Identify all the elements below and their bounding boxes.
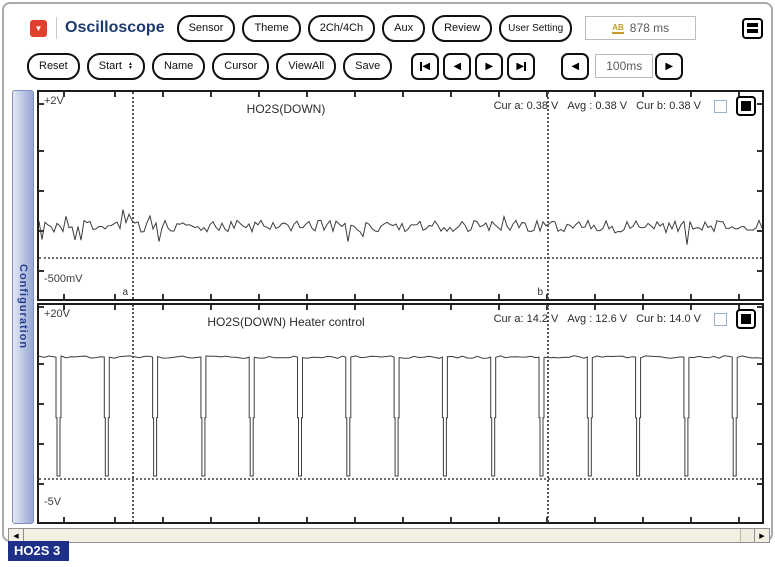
cursor-a-line[interactable] (132, 92, 134, 299)
channel1-channel-button[interactable] (736, 96, 756, 116)
timebase-decrease-button[interactable]: ◀ (561, 53, 589, 80)
channel1-bottom-voltage-label: -500mV (44, 273, 83, 285)
scroll-right-icon: ▶ (759, 532, 764, 540)
channel2-panel: +20V -5V HO2S(DOWN) Heater control Cur a… (37, 303, 764, 524)
step-forward-icon: ▶ (485, 61, 493, 72)
skip-to-start-button[interactable]: ◀ (411, 53, 439, 80)
scrollbar-thumb[interactable] (24, 529, 740, 542)
start-button-label: Start (99, 60, 122, 72)
scope-area: Configuration ab +2V -500mV HO2S(DOWN) C… (12, 90, 767, 526)
scroll-left-icon: ◀ (13, 532, 18, 540)
channel2-checkbox[interactable] (714, 313, 727, 326)
cursor-a-letter: a (123, 287, 129, 298)
channel2-cur-b-label: Cur b: (636, 313, 666, 325)
channel2-cur-a-value: 14.2 V (527, 313, 559, 325)
aux-button[interactable]: Aux (382, 15, 425, 42)
step-forward-button[interactable]: ▶ (475, 53, 503, 80)
cursor-ab-time-value: 878 ms (630, 21, 669, 35)
cursor-ab-icon: AB (612, 23, 624, 34)
cursor-button[interactable]: Cursor (212, 53, 269, 80)
channel1-cur-b-value: 0.38 V (669, 100, 701, 112)
channel1-checkbox[interactable] (714, 100, 727, 113)
waveform-svg (39, 305, 762, 522)
zero-reference-line (39, 478, 762, 480)
channel1-cur-b-label: Cur b: (636, 100, 666, 112)
channel2-top-voltage-label: +20V (44, 308, 70, 320)
viewall-button[interactable]: ViewAll (276, 53, 336, 80)
channel1-cur-a-label: Cur a: (494, 100, 524, 112)
channel1-top-voltage-label: +2V (44, 95, 64, 107)
window-menu-icon[interactable] (742, 18, 763, 39)
scroll-right-button[interactable]: ▶ (754, 529, 769, 542)
cursor-b-line[interactable] (547, 305, 549, 522)
channel1-plot[interactable]: ab (39, 92, 762, 299)
cursor-a-line[interactable] (132, 305, 134, 522)
review-button[interactable]: Review (432, 15, 492, 42)
channel2-avg-value: 12.6 V (595, 313, 627, 325)
scrollbar-track-end (740, 529, 754, 542)
timebase-left-icon: ◀ (571, 61, 579, 72)
channel2-bottom-voltage-label: -5V (44, 496, 61, 508)
cursor-b-letter: b (538, 287, 544, 298)
start-spinner-icon: ▲▼ (128, 62, 133, 70)
zero-reference-line (39, 257, 762, 259)
channel2-readings: Cur a: 14.2 V Avg : 12.6 V Cur b: 14.0 V (494, 309, 756, 329)
timebase-increase-button[interactable]: ▶ (655, 53, 683, 80)
channel-mode-button[interactable]: 2Ch/4Ch (308, 15, 375, 42)
channel1-avg-value: 0.38 V (595, 100, 627, 112)
oscilloscope-screen: ▼ Oscilloscope Sensor Theme 2Ch/4Ch Aux … (0, 0, 775, 567)
channel2-avg-label: Avg : (567, 313, 592, 325)
toolbar-second: Reset Start ▲▼ Name Cursor ViewAll Save … (27, 50, 763, 82)
divider (56, 17, 57, 39)
channel2-channel-button[interactable] (736, 309, 756, 329)
timebase-control: ◀ 100ms ▶ (561, 53, 687, 80)
channel1-cur-a-value: 0.38 V (527, 100, 559, 112)
channel1-panel: ab +2V -500mV HO2S(DOWN) Cur a: 0.38 V A… (37, 90, 764, 301)
horizontal-scrollbar[interactable]: ◀ ▶ (8, 528, 770, 543)
channel2-plot[interactable] (39, 305, 762, 522)
step-back-icon: ◀ (453, 61, 461, 72)
configuration-tab-label: Configuration (17, 264, 29, 349)
sensor-button[interactable]: Sensor (177, 15, 236, 42)
channel2-cur-a-label: Cur a: (494, 313, 524, 325)
skip-to-end-button[interactable]: ▶ (507, 53, 535, 80)
channel2-title: HO2S(DOWN) Heater control (207, 315, 364, 329)
waveform-svg (39, 92, 762, 299)
theme-button[interactable]: Theme (242, 15, 300, 42)
reset-button[interactable]: Reset (27, 53, 80, 80)
chevron-down-icon: ▼ (35, 24, 43, 33)
status-badge: HO2S 3 (8, 541, 69, 561)
channel1-avg-label: Avg : (567, 100, 592, 112)
user-setting-button[interactable]: User Setting (499, 15, 572, 42)
page-title: Oscilloscope (65, 19, 165, 37)
channel2-cur-b-value: 14.0 V (669, 313, 701, 325)
start-button[interactable]: Start ▲▼ (87, 53, 145, 80)
step-back-button[interactable]: ◀ (443, 53, 471, 80)
cursor-b-line[interactable] (547, 92, 549, 299)
timebase-right-icon: ▶ (665, 61, 673, 72)
skip-start-icon: ◀ (422, 61, 430, 72)
cursor-ab-time-display: AB 878 ms (585, 16, 696, 40)
name-button[interactable]: Name (152, 53, 205, 80)
save-button[interactable]: Save (343, 53, 392, 80)
app-menu-icon[interactable]: ▼ (30, 20, 47, 37)
timebase-value: 100ms (595, 54, 653, 78)
channel1-title: HO2S(DOWN) (247, 102, 326, 116)
skip-end-icon: ▶ (516, 61, 524, 72)
toolbar-top: ▼ Oscilloscope Sensor Theme 2Ch/4Ch Aux … (30, 12, 763, 44)
channel1-readings: Cur a: 0.38 V Avg : 0.38 V Cur b: 0.38 V (494, 96, 756, 116)
configuration-tab[interactable]: Configuration (12, 90, 34, 524)
app-window: ▼ Oscilloscope Sensor Theme 2Ch/4Ch Aux … (2, 2, 773, 542)
